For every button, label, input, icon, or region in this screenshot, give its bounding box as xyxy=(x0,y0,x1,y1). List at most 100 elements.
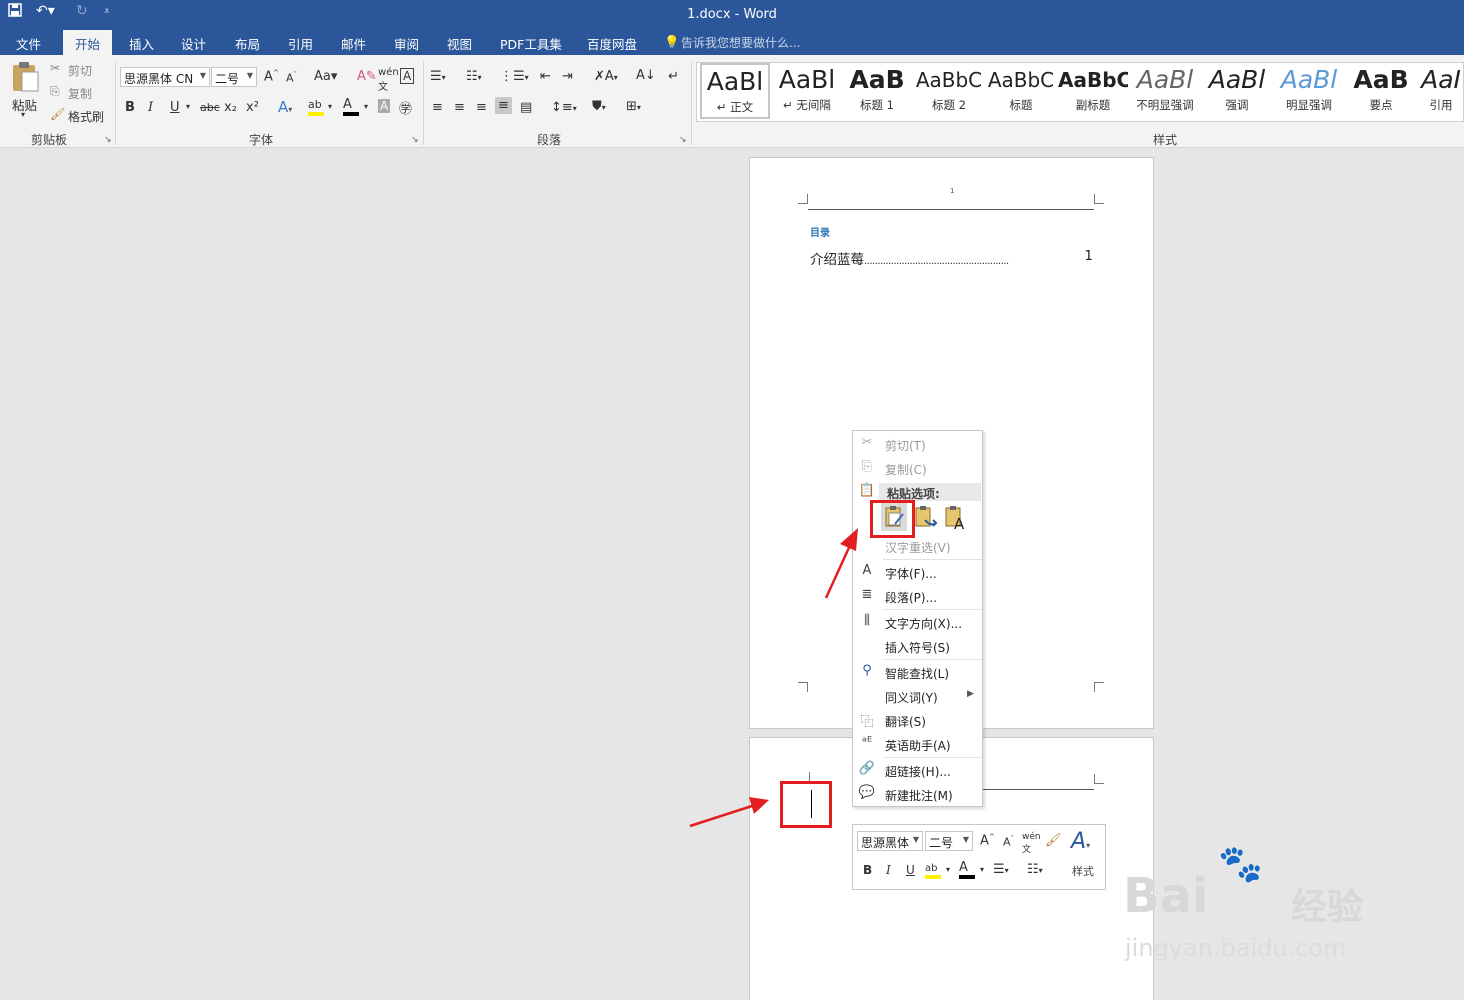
numbering-icon[interactable]: ☷▾ xyxy=(466,69,482,84)
align-right-icon[interactable]: ≡ xyxy=(476,100,487,115)
clipboard-launcher-icon[interactable]: ↘ xyxy=(104,135,112,145)
menu-item-hyperlink[interactable]: 🔗 超链接(H)... xyxy=(853,758,982,782)
tab-review[interactable]: 审阅 xyxy=(394,34,419,53)
mini-underline-button[interactable]: U xyxy=(906,863,915,877)
tab-view[interactable]: 视图 xyxy=(447,34,472,53)
chevron-down-icon[interactable]: ▾ xyxy=(980,865,984,874)
paste-icon[interactable] xyxy=(10,61,40,93)
show-marks-icon[interactable]: ↵ xyxy=(668,69,679,84)
style-emphasis[interactable]: AaBl 强调 xyxy=(1202,63,1272,119)
subscript-button[interactable]: x₂ xyxy=(224,100,237,115)
tab-layout[interactable]: 布局 xyxy=(235,34,260,53)
underline-dropdown-icon[interactable]: ▾ xyxy=(186,102,190,111)
menu-item-new-comment[interactable]: 💬 新建批注(M) xyxy=(853,782,982,806)
paste-dropdown-icon[interactable]: ▾ xyxy=(21,110,25,119)
bold-button[interactable]: B xyxy=(125,100,135,115)
clear-formatting-icon[interactable]: A✎ xyxy=(357,69,377,84)
font-color-icon[interactable]: A xyxy=(959,860,975,879)
font-size-combo[interactable]: 二号 ▼ xyxy=(211,67,257,87)
shading-icon[interactable]: ⛊▾ xyxy=(592,99,606,114)
cut-icon[interactable]: ✂ xyxy=(50,61,60,75)
menu-item-english-helper[interactable]: ᵃᴱ 英语助手(A) xyxy=(853,732,982,756)
tab-file[interactable]: 文件 xyxy=(16,34,41,53)
styles-icon[interactable]: A▾ xyxy=(1071,829,1090,854)
tab-insert[interactable]: 插入 xyxy=(129,34,154,53)
align-center-icon[interactable]: ≡ xyxy=(454,100,465,115)
text-effects-icon[interactable]: A▾ xyxy=(278,98,292,116)
tab-mailings[interactable]: 邮件 xyxy=(341,34,366,53)
phonetic-guide-icon[interactable]: wén 文 xyxy=(1022,832,1041,855)
mini-italic-button[interactable]: I xyxy=(886,863,891,877)
menu-item-translate[interactable]: ⿻翻译(S) xyxy=(853,708,982,732)
tell-me-search[interactable]: 告诉我您想要做什么... xyxy=(681,34,800,51)
mini-styles-label[interactable]: 样式 xyxy=(1072,863,1094,879)
mini-size-combo[interactable]: 二号 ▼ xyxy=(925,831,973,851)
sort-icon[interactable]: A↓ xyxy=(636,68,656,83)
tab-home[interactable]: 开始 xyxy=(63,30,113,55)
style-title[interactable]: AaBbC 标题 xyxy=(986,63,1056,119)
justify-icon[interactable]: ≡ xyxy=(495,97,512,114)
bullets-icon[interactable]: ☰▾ xyxy=(430,69,446,84)
enclose-characters-icon[interactable]: ㊫ xyxy=(399,98,412,117)
character-border-icon[interactable]: A xyxy=(400,68,415,84)
style-no-spacing[interactable]: AaBl ↵ 无间隔 xyxy=(772,63,842,119)
font-launcher-icon[interactable]: ↘ xyxy=(411,135,419,145)
mini-bold-button[interactable]: B xyxy=(863,863,872,877)
character-shading-icon[interactable]: A xyxy=(378,99,391,113)
menu-item-smart-lookup[interactable]: ⚲ 智能查找(L) xyxy=(853,660,982,684)
chevron-down-icon[interactable]: ▾ xyxy=(328,102,332,111)
font-color-icon[interactable]: A xyxy=(343,97,359,116)
grow-font-icon[interactable]: A^ xyxy=(264,69,279,84)
copy-icon[interactable]: ⎘ xyxy=(50,84,60,99)
style-intense-emphasis[interactable]: AaBl 明显强调 xyxy=(1274,63,1344,119)
font-name-combo[interactable]: 思源黑体 CN ▼ xyxy=(120,67,210,87)
decrease-indent-icon[interactable]: ⇤ xyxy=(540,69,551,84)
align-left-icon[interactable]: ≡ xyxy=(432,100,443,115)
style-quote[interactable]: AaI 引用 xyxy=(1418,63,1464,119)
distributed-icon[interactable]: ▤ xyxy=(520,100,532,115)
line-spacing-icon[interactable]: ↕≡▾ xyxy=(551,100,577,115)
tab-pdf-tools[interactable]: PDF工具集 xyxy=(500,34,562,53)
chinese-layout-icon[interactable]: ✗A▾ xyxy=(594,69,618,84)
tab-baidu-netdisk[interactable]: 百度网盘 xyxy=(587,34,637,53)
format-painter-button[interactable]: 格式刷 xyxy=(68,108,104,125)
style-heading-2[interactable]: AaBbC 标题 2 xyxy=(914,63,984,119)
shrink-font-icon[interactable]: Aˇ xyxy=(286,71,297,85)
highlight-color-icon[interactable]: ab xyxy=(308,97,324,116)
strikethrough-button[interactable]: abc xyxy=(200,101,220,114)
tab-references[interactable]: 引用 xyxy=(288,34,313,53)
highlight-color-icon[interactable]: ab xyxy=(925,860,941,879)
italic-button[interactable]: I xyxy=(148,100,153,115)
phonetic-guide-icon[interactable]: wén 文 xyxy=(378,67,399,93)
numbering-icon[interactable]: ☷▾ xyxy=(1027,862,1043,877)
style-heading-1[interactable]: AaB 标题 1 xyxy=(842,63,912,119)
change-case-icon[interactable]: Aa▾ xyxy=(314,69,337,84)
shrink-font-icon[interactable]: Aˇ xyxy=(1003,835,1014,849)
style-strong[interactable]: AaB 要点 xyxy=(1346,63,1416,119)
paste-keep-text-only-button[interactable]: A xyxy=(943,503,969,533)
menu-item-synonyms[interactable]: 同义词(Y) ▶ xyxy=(853,684,982,708)
menu-item-font[interactable]: A 字体(F)... xyxy=(853,560,982,584)
toc-entry[interactable]: 介绍蓝莓....................................… xyxy=(810,248,1093,268)
tab-design[interactable]: 设计 xyxy=(181,34,206,53)
mini-font-combo[interactable]: 思源黑体 ▼ xyxy=(857,831,923,851)
style-subtitle[interactable]: AaBbC 副标题 xyxy=(1058,63,1128,119)
chevron-down-icon[interactable]: ▾ xyxy=(946,865,950,874)
menu-item-paragraph[interactable]: ≣ 段落(P)... xyxy=(853,584,982,608)
menu-item-insert-symbol[interactable]: 插入符号(S) xyxy=(853,634,982,658)
borders-icon[interactable]: ⊞▾ xyxy=(626,99,641,114)
increase-indent-icon[interactable]: ⇥ xyxy=(562,69,573,84)
chevron-down-icon[interactable]: ▾ xyxy=(364,102,368,111)
paragraph-launcher-icon[interactable]: ↘ xyxy=(679,135,687,145)
menu-item-copy[interactable]: ⎘ 复制(C) xyxy=(853,456,982,480)
format-painter-icon[interactable]: 🖌 xyxy=(1045,833,1062,848)
cut-button[interactable]: 剪切 xyxy=(68,62,92,79)
menu-item-text-direction[interactable]: ⫼ 文字方向(X)... xyxy=(853,610,982,634)
copy-button[interactable]: 复制 xyxy=(68,85,92,102)
multilevel-list-icon[interactable]: ⋮☰▾ xyxy=(500,69,529,84)
paste-merge-formatting-button[interactable] xyxy=(913,503,939,531)
superscript-button[interactable]: x² xyxy=(246,100,259,115)
format-painter-icon[interactable]: 🖌 xyxy=(50,107,65,121)
bullets-icon[interactable]: ☰▾ xyxy=(993,862,1009,877)
style-subtle-emphasis[interactable]: AaBl 不明显强调 xyxy=(1130,63,1200,119)
